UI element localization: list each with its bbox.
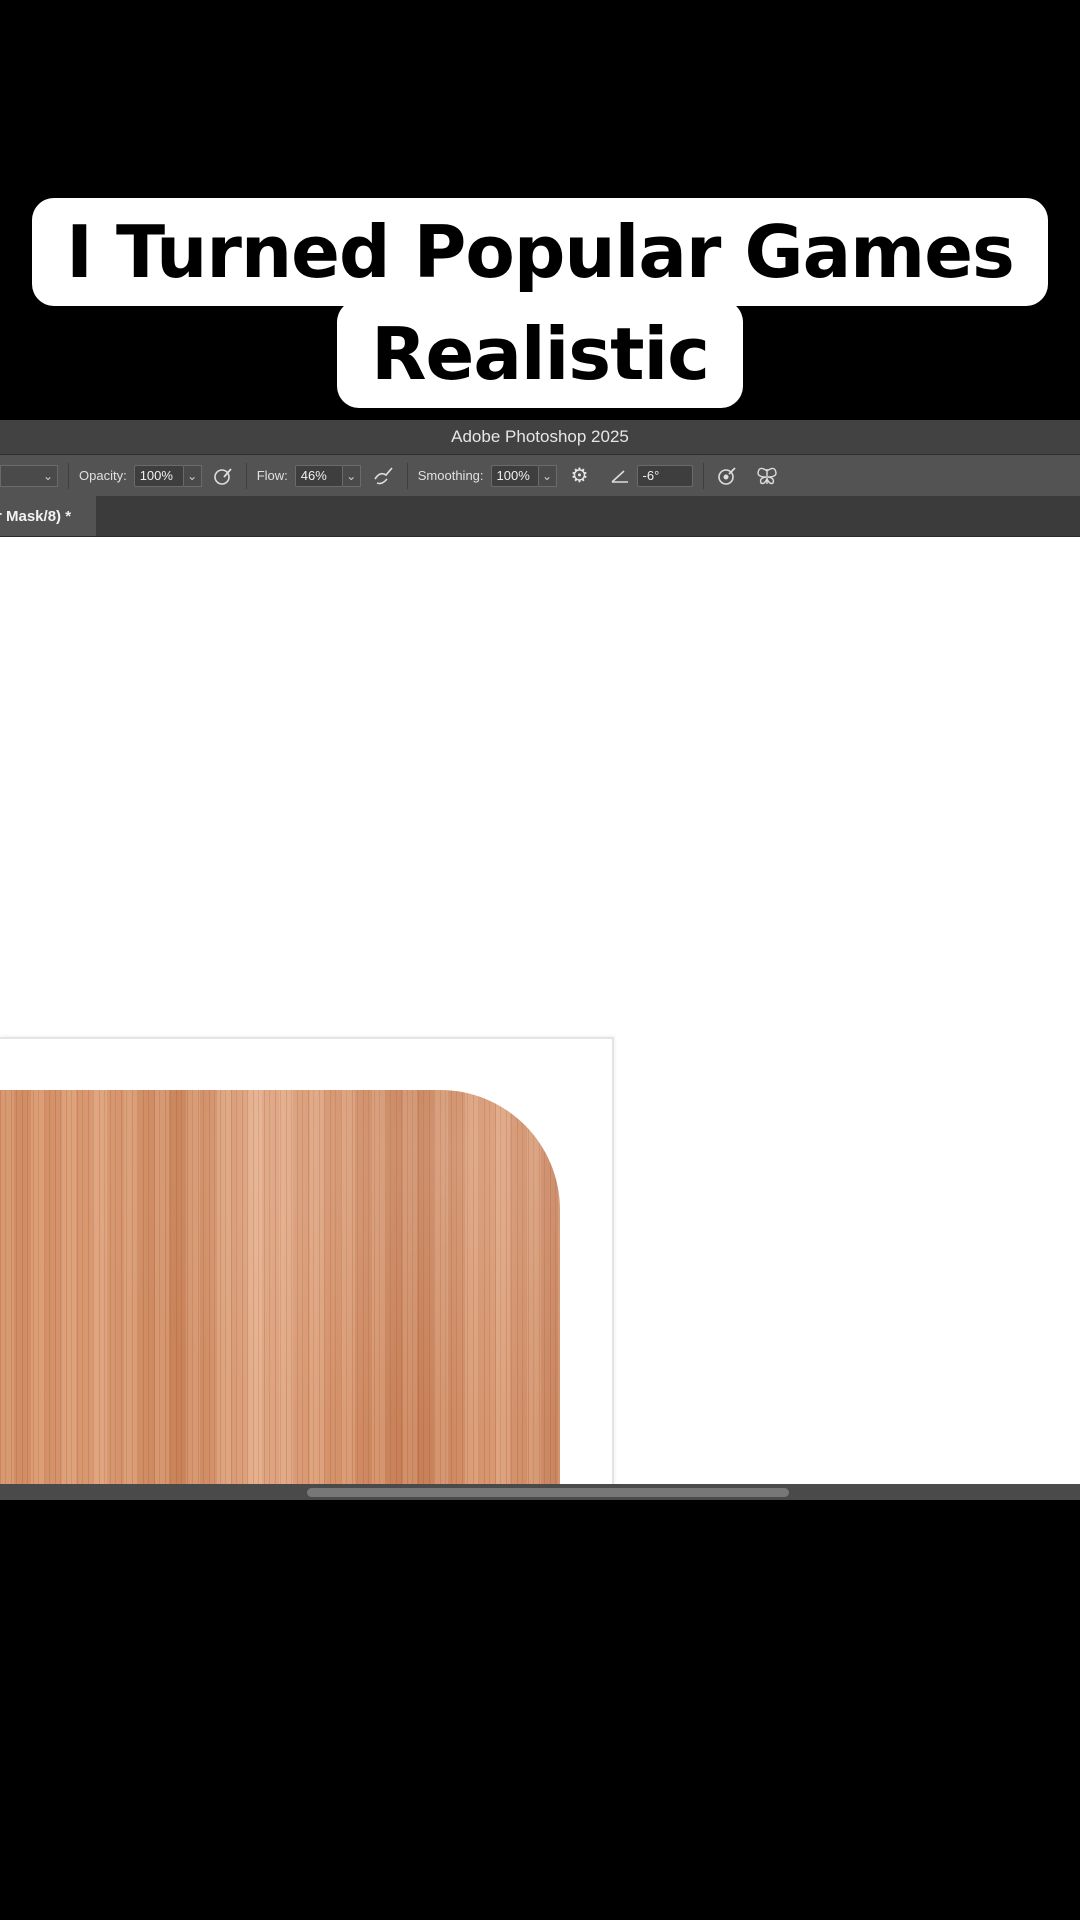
pressure-size-icon[interactable] xyxy=(714,463,740,489)
brush-preset-dropdown[interactable]: ⌄ xyxy=(0,464,58,487)
opacity-input[interactable]: 100% xyxy=(133,464,184,487)
chevron-down-icon: ⌄ xyxy=(541,468,553,483)
flow-input[interactable]: 46% xyxy=(294,464,343,487)
smoothing-label: Smoothing: xyxy=(417,468,484,483)
caption-line-2: Realistic xyxy=(0,300,1080,408)
symmetry-butterfly-icon[interactable] xyxy=(754,463,780,489)
window-titlebar: Adobe Photoshop 2025 xyxy=(0,420,1080,455)
flow-dropdown[interactable]: ⌄ xyxy=(342,464,361,487)
document-tab-bar: r Mask/8) * xyxy=(0,496,1080,537)
chevron-down-icon: ⌄ xyxy=(187,468,198,483)
photoshop-window: Adobe Photoshop 2025 ⌄ Opacity: 100% ⌄ F… xyxy=(0,420,1080,1500)
caption-text-2: Realistic xyxy=(337,300,743,408)
canvas-area[interactable] xyxy=(0,537,1080,1489)
window-title: Adobe Photoshop 2025 xyxy=(451,427,629,446)
gear-icon[interactable]: ⚙ xyxy=(567,463,593,489)
scrollbar-thumb[interactable] xyxy=(307,1488,789,1497)
document-tab-label: r Mask/8) * xyxy=(0,507,72,525)
angle-icon xyxy=(607,463,633,489)
divider xyxy=(702,462,704,489)
smoothing-input[interactable]: 100% xyxy=(490,464,539,487)
divider xyxy=(406,462,408,489)
smoothing-dropdown[interactable]: ⌄ xyxy=(538,464,557,487)
airbrush-icon[interactable] xyxy=(371,463,397,489)
divider xyxy=(68,462,69,489)
chevron-down-icon: ⌄ xyxy=(346,468,357,483)
caption-line-1: I Turned Popular Games xyxy=(0,198,1080,306)
caption-text-1: I Turned Popular Games xyxy=(32,198,1048,306)
flow-label: Flow: xyxy=(256,468,288,483)
pressure-opacity-icon[interactable] xyxy=(210,463,236,489)
angle-input[interactable]: -6° xyxy=(636,464,693,487)
wood-texture-layer xyxy=(0,1090,560,1487)
opacity-dropdown[interactable]: ⌄ xyxy=(183,464,202,487)
chevron-down-icon: ⌄ xyxy=(42,468,53,483)
opacity-label: Opacity: xyxy=(79,468,127,483)
document-tab[interactable]: r Mask/8) * xyxy=(0,496,96,536)
horizontal-scrollbar[interactable] xyxy=(0,1484,1080,1500)
options-bar: ⌄ Opacity: 100% ⌄ Flow: 46% ⌄ Smoothing:… xyxy=(0,455,1080,496)
divider xyxy=(245,462,247,489)
